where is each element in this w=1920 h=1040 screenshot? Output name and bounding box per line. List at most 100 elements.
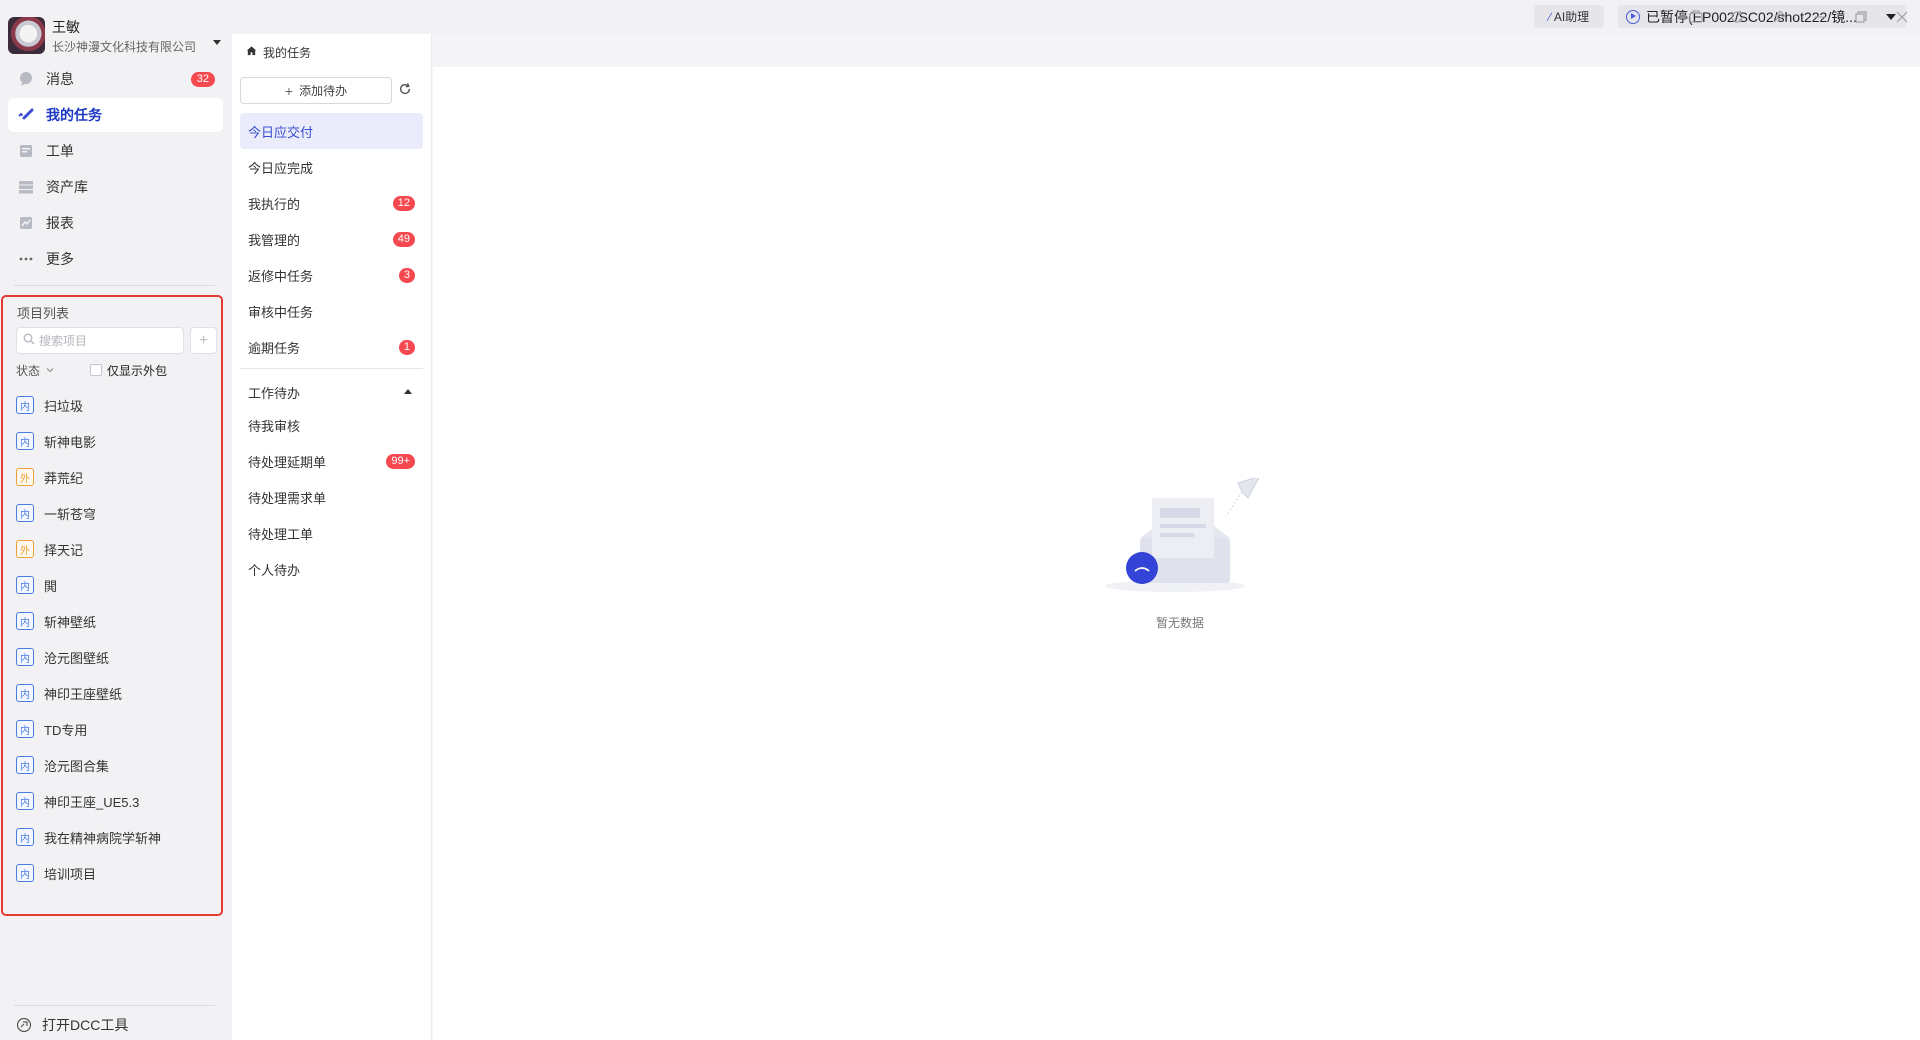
top-bar: ⁄ AI助理 已暂停(EP002/SC02/shot222/镜... bbox=[232, 0, 1920, 34]
refresh-icon[interactable] bbox=[1728, 8, 1746, 26]
close-icon[interactable] bbox=[1893, 8, 1911, 26]
project-name: 斩神壁纸 bbox=[44, 614, 97, 630]
task-filter-label: 待处理需求单 bbox=[248, 490, 327, 506]
nav-item-reports[interactable]: 报表 bbox=[8, 206, 223, 240]
task-filter-item[interactable]: 审核中任务 bbox=[240, 293, 423, 329]
project-name: 择天记 bbox=[44, 542, 84, 558]
internal-tag: 内 bbox=[16, 396, 34, 414]
project-list: 内扫垃圾内斩神电影外莽荒纪内一斩苍穹外择天记内閧内斩神壁纸内沧元图壁纸内神印王座… bbox=[16, 387, 216, 891]
restore-icon[interactable] bbox=[1852, 8, 1870, 26]
work-todo-list: 待我审核待处理延期单 99+ 待处理需求单待处理工单个人待办 bbox=[240, 407, 423, 587]
minimize-icon[interactable] bbox=[1811, 8, 1829, 26]
user-block[interactable]: 王敏 长沙神漫文化科技有限公司 bbox=[8, 15, 223, 57]
internal-tag: 内 bbox=[16, 648, 34, 666]
project-item[interactable]: 外莽荒纪 bbox=[16, 459, 216, 495]
work-todo-section-header[interactable]: 工作待办 bbox=[248, 380, 416, 404]
project-item[interactable]: 内 TD专用 bbox=[16, 711, 216, 747]
task-filter-label: 待我审核 bbox=[248, 418, 301, 434]
project-name: 斩神电影 bbox=[44, 434, 97, 450]
count-badge: 1 bbox=[398, 340, 415, 355]
project-item[interactable]: 内神印王座_UE5.3 bbox=[16, 783, 216, 819]
project-name: 神印王座壁纸 bbox=[44, 686, 123, 702]
user-company: 长沙神漫文化科技有限公司 bbox=[52, 40, 197, 54]
add-project-button[interactable]: + bbox=[190, 327, 217, 354]
task-filter-label: 个人待办 bbox=[248, 562, 301, 578]
nav-item-work-orders[interactable]: 工单 bbox=[8, 134, 223, 168]
project-item[interactable]: 外择天记 bbox=[16, 531, 216, 567]
project-search-box[interactable] bbox=[16, 327, 184, 354]
project-name: 我在精神病院学斩神 bbox=[44, 830, 162, 846]
task-filter-item[interactable]: 今日应交付 bbox=[240, 113, 423, 149]
nav-item-messages[interactable]: 消息 32 bbox=[8, 62, 223, 96]
task-filter-item[interactable]: 今日应完成 bbox=[240, 149, 423, 185]
task-filter-item[interactable]: 我管理的 49 bbox=[240, 221, 423, 257]
nav-label: 消息 bbox=[46, 71, 74, 87]
chevron-down-icon bbox=[46, 368, 54, 373]
refresh-tasks-button[interactable] bbox=[398, 82, 414, 98]
nav-item-more[interactable]: 更多 bbox=[8, 242, 223, 276]
asset-library-icon bbox=[18, 179, 34, 195]
outsource-only-toggle[interactable]: 仅显示外包 bbox=[90, 362, 167, 379]
status-filter-dropdown[interactable]: 状态 bbox=[16, 362, 54, 379]
task-check-icon bbox=[18, 107, 34, 123]
caret-down-icon[interactable] bbox=[213, 40, 221, 45]
task-filter-item[interactable]: 待处理需求单 bbox=[240, 479, 423, 515]
project-item[interactable]: 内閧 bbox=[16, 567, 216, 603]
work-order-icon bbox=[18, 143, 34, 159]
dcc-label: 打开DCC工具 bbox=[42, 1017, 129, 1033]
caret-up-icon bbox=[404, 389, 412, 394]
internal-tag: 内 bbox=[16, 756, 34, 774]
project-filter-row: 状态 仅显示外包 bbox=[16, 361, 216, 379]
user-name: 王敏 bbox=[52, 19, 80, 35]
task-filter-item[interactable]: 待我审核 bbox=[240, 407, 423, 443]
nav-label: 工单 bbox=[46, 143, 74, 159]
main-nav: 消息 32 我的任务 工单 资产库 报表 更多 bbox=[8, 62, 223, 278]
nav-item-asset-library[interactable]: 资产库 bbox=[8, 170, 223, 204]
more-icon bbox=[18, 251, 34, 267]
project-name: TD专用 bbox=[44, 722, 88, 738]
tab-my-tasks[interactable]: 我的任务 bbox=[234, 37, 324, 67]
task-filter-item[interactable]: 我执行的 12 bbox=[240, 185, 423, 221]
plus-icon: + bbox=[198, 331, 209, 349]
project-item[interactable]: 内神印王座壁纸 bbox=[16, 675, 216, 711]
internal-tag: 内 bbox=[16, 828, 34, 846]
project-item[interactable]: 内沧元图合集 bbox=[16, 747, 216, 783]
empty-inbox-icon bbox=[1105, 475, 1261, 592]
task-filter-item[interactable]: 个人待办 bbox=[240, 551, 423, 587]
add-todo-label: 添加待办 bbox=[299, 84, 348, 98]
project-item[interactable]: 内我在精神病院学斩神 bbox=[16, 819, 216, 855]
project-item[interactable]: 内一斩苍穹 bbox=[16, 495, 216, 531]
project-item[interactable]: 内扫垃圾 bbox=[16, 387, 216, 423]
ai-assistant-button[interactable]: ⁄ AI助理 bbox=[1534, 5, 1604, 28]
pin-icon[interactable] bbox=[1770, 8, 1788, 26]
project-search-input[interactable] bbox=[39, 333, 179, 348]
task-filter-label: 逾期任务 bbox=[248, 340, 301, 356]
project-name: 神印王座_UE5.3 bbox=[44, 794, 140, 810]
task-filter-item[interactable]: 返修中任务 3 bbox=[240, 257, 423, 293]
project-item[interactable]: 内培训项目 bbox=[16, 855, 216, 891]
nav-divider bbox=[14, 285, 215, 286]
project-item[interactable]: 内沧元图壁纸 bbox=[16, 639, 216, 675]
project-name: 閧 bbox=[44, 578, 58, 594]
task-filter-item[interactable]: 待处理工单 bbox=[240, 515, 423, 551]
count-badge: 3 bbox=[398, 268, 415, 283]
internal-tag: 内 bbox=[16, 432, 34, 450]
settings-icon[interactable] bbox=[1687, 8, 1705, 26]
task-filter-item[interactable]: 逾期任务 1 bbox=[240, 329, 423, 365]
task-list: 今日应交付 今日应完成 我执行的 12 我管理的 49 返修中任务 3 审核中任务逾期任务 1 bbox=[240, 113, 423, 365]
bottom-divider bbox=[14, 1005, 215, 1006]
play-icon bbox=[1626, 9, 1640, 24]
internal-tag: 内 bbox=[16, 612, 34, 630]
internal-tag: 内 bbox=[16, 684, 34, 702]
open-dcc-tool-button[interactable]: 打开DCC工具 bbox=[16, 1015, 128, 1035]
avatar[interactable] bbox=[8, 17, 45, 54]
task-filter-label: 返修中任务 bbox=[248, 268, 314, 284]
sidebar: 王敏 长沙神漫文化科技有限公司 消息 32 我的任务 工单 资产库 报表 更多 … bbox=[0, 0, 231, 1040]
project-item[interactable]: 内斩神电影 bbox=[16, 423, 216, 459]
add-todo-button[interactable]: + 添加待办 bbox=[240, 77, 392, 104]
project-item[interactable]: 内斩神壁纸 bbox=[16, 603, 216, 639]
nav-item-my-tasks[interactable]: 我的任务 bbox=[8, 98, 223, 132]
task-filter-item[interactable]: 待处理延期单 99+ bbox=[240, 443, 423, 479]
report-icon bbox=[18, 215, 34, 231]
outsource-only-checkbox[interactable] bbox=[90, 364, 103, 376]
